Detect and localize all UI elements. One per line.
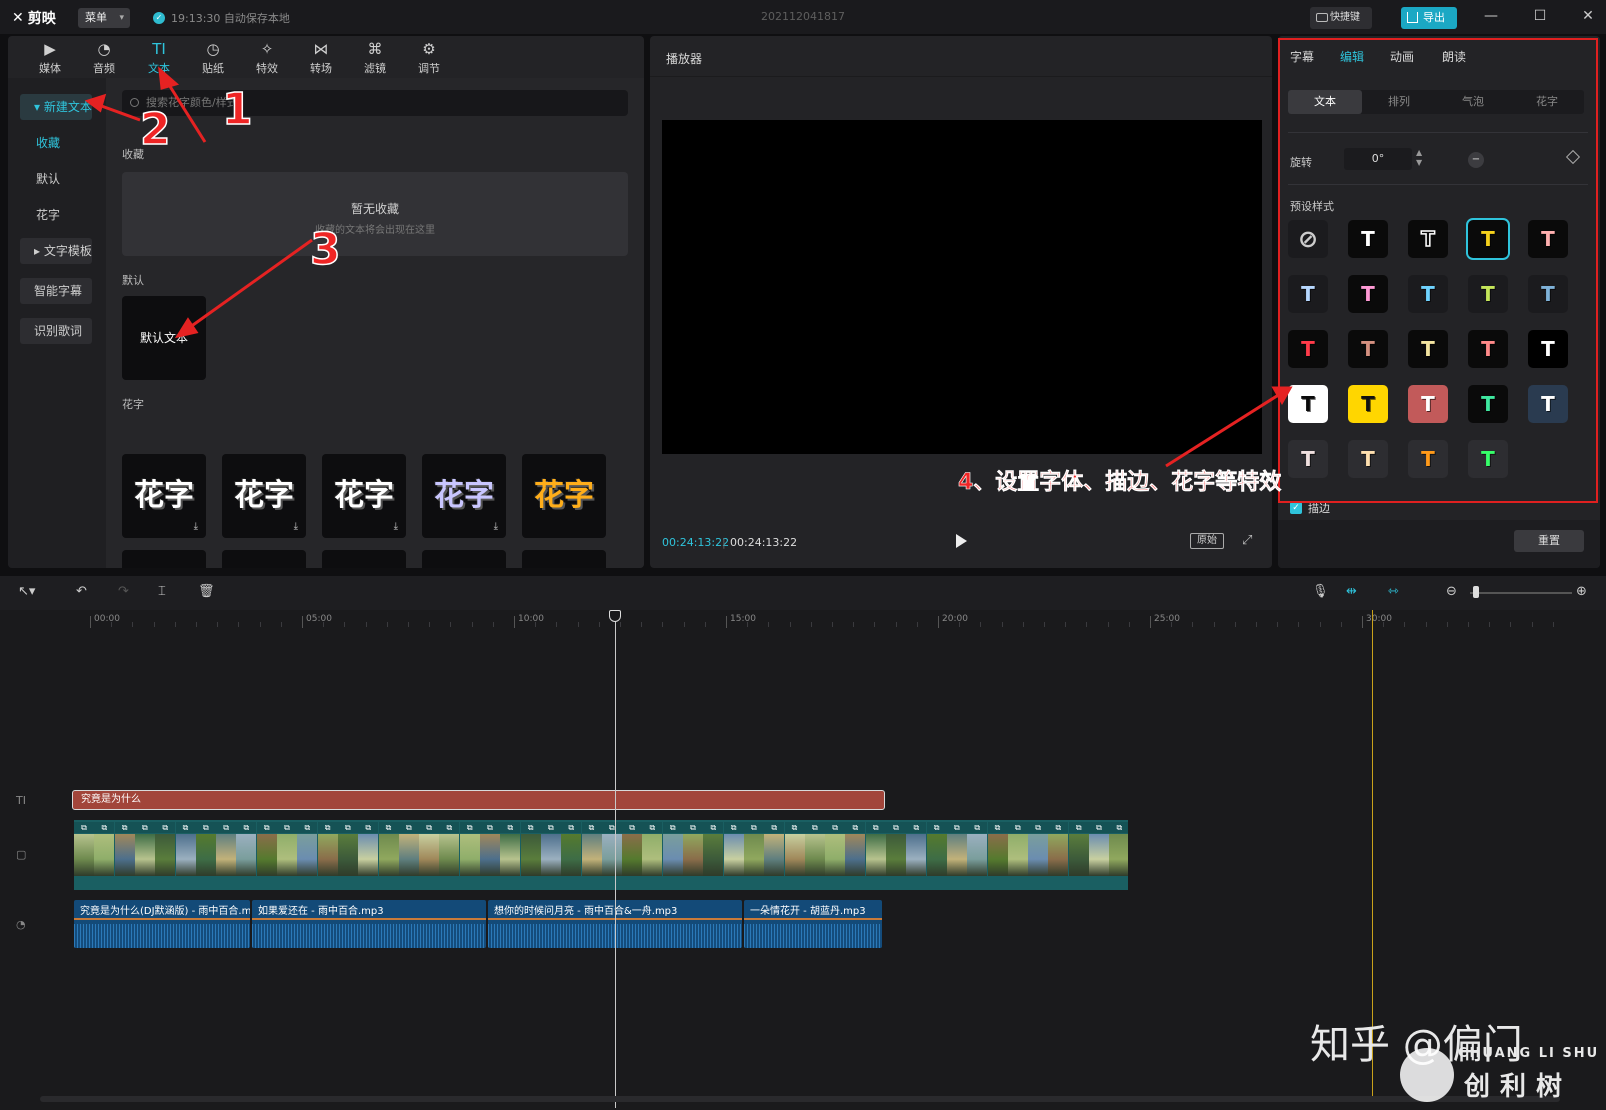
annotation-step-4: 4、设置字体、描边、花字等特效: [958, 470, 1282, 496]
watermark-brand-cn: 创利树: [1464, 1072, 1573, 1102]
arrow-1: [164, 79, 207, 143]
arrow-4-head: [1271, 386, 1293, 406]
annotation-number-3: 3: [309, 223, 341, 276]
brand-logo-icon: [1400, 1048, 1454, 1102]
watermark-brand-en: CHUANG LI SHU: [1458, 1046, 1600, 1061]
annotation-number-2: 2: [139, 103, 171, 156]
annotation-number-1: 1: [221, 83, 253, 136]
arrow-1-head: [158, 66, 180, 90]
arrow-4: [1165, 392, 1281, 468]
arrow-2-head: [84, 93, 107, 113]
annotation-arrows: [84, 66, 1293, 468]
arrow-3: [185, 238, 313, 332]
arrow-3-head: [174, 317, 199, 339]
arrow-2: [95, 102, 141, 122]
